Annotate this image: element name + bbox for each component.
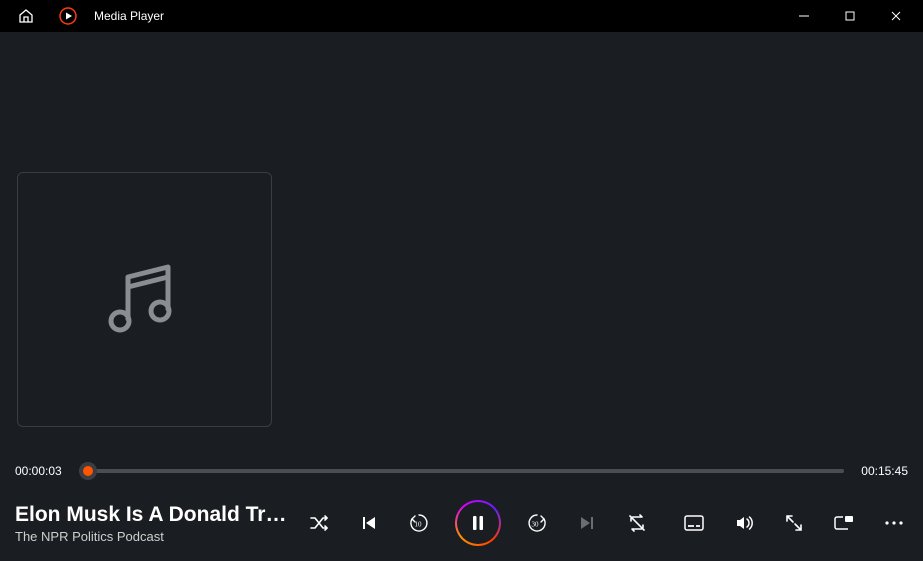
app-title: Media Player: [94, 9, 164, 23]
subtitles-button[interactable]: [680, 509, 708, 537]
previous-button[interactable]: [355, 509, 383, 537]
minimize-icon: [799, 11, 809, 21]
progress-row: 00:00:03 00:15:45: [0, 457, 923, 485]
home-button[interactable]: [14, 4, 38, 28]
total-time: 00:15:45: [858, 464, 908, 478]
track-title: Elon Musk Is A Donald Trum...: [15, 503, 295, 527]
minimize-button[interactable]: [781, 0, 827, 32]
window-controls: [781, 0, 919, 32]
right-controls: [680, 509, 908, 537]
maximize-button[interactable]: [827, 0, 873, 32]
seek-slider[interactable]: [79, 469, 844, 473]
more-button[interactable]: [880, 509, 908, 537]
play-pause-button[interactable]: [455, 500, 501, 546]
close-button[interactable]: [873, 0, 919, 32]
fullscreen-icon: [785, 514, 803, 532]
music-note-icon: [100, 255, 190, 345]
skip-forward-30-icon: 30: [526, 512, 548, 534]
pause-icon: [469, 514, 487, 532]
play-circle-icon: [59, 7, 77, 25]
play-ring: [455, 500, 501, 546]
next-icon: [578, 514, 596, 532]
center-controls: 10 30: [305, 500, 651, 546]
skip-forward-button[interactable]: 30: [523, 509, 551, 537]
titlebar-left: Media Player: [4, 4, 164, 28]
album-art-placeholder: [17, 172, 272, 427]
shuffle-button[interactable]: [305, 509, 333, 537]
controls-bar: Elon Musk Is A Donald Trum... The NPR Po…: [0, 485, 923, 561]
home-icon: [18, 8, 34, 24]
next-button[interactable]: [573, 509, 601, 537]
mini-player-icon: [834, 515, 854, 531]
skip-back-10-icon: 10: [408, 512, 430, 534]
svg-text:10: 10: [415, 521, 423, 529]
mini-player-button[interactable]: [830, 509, 858, 537]
content-area: [0, 32, 923, 457]
more-icon: [885, 521, 903, 525]
close-icon: [891, 11, 901, 21]
titlebar: Media Player: [0, 0, 923, 32]
fullscreen-button[interactable]: [780, 509, 808, 537]
repeat-button[interactable]: [623, 509, 651, 537]
svg-text:30: 30: [532, 521, 540, 529]
volume-button[interactable]: [730, 509, 758, 537]
play-inner: [457, 502, 499, 544]
app-icon: [58, 6, 78, 26]
seek-thumb[interactable]: [79, 462, 97, 480]
subtitles-icon: [684, 515, 704, 531]
volume-icon: [734, 513, 754, 533]
track-info: Elon Musk Is A Donald Trum... The NPR Po…: [15, 503, 305, 544]
track-artist: The NPR Politics Podcast: [15, 529, 295, 544]
maximize-icon: [845, 11, 855, 21]
skip-back-button[interactable]: 10: [405, 509, 433, 537]
previous-icon: [360, 514, 378, 532]
repeat-off-icon: [627, 513, 647, 533]
shuffle-icon: [309, 513, 329, 533]
elapsed-time: 00:00:03: [15, 464, 65, 478]
